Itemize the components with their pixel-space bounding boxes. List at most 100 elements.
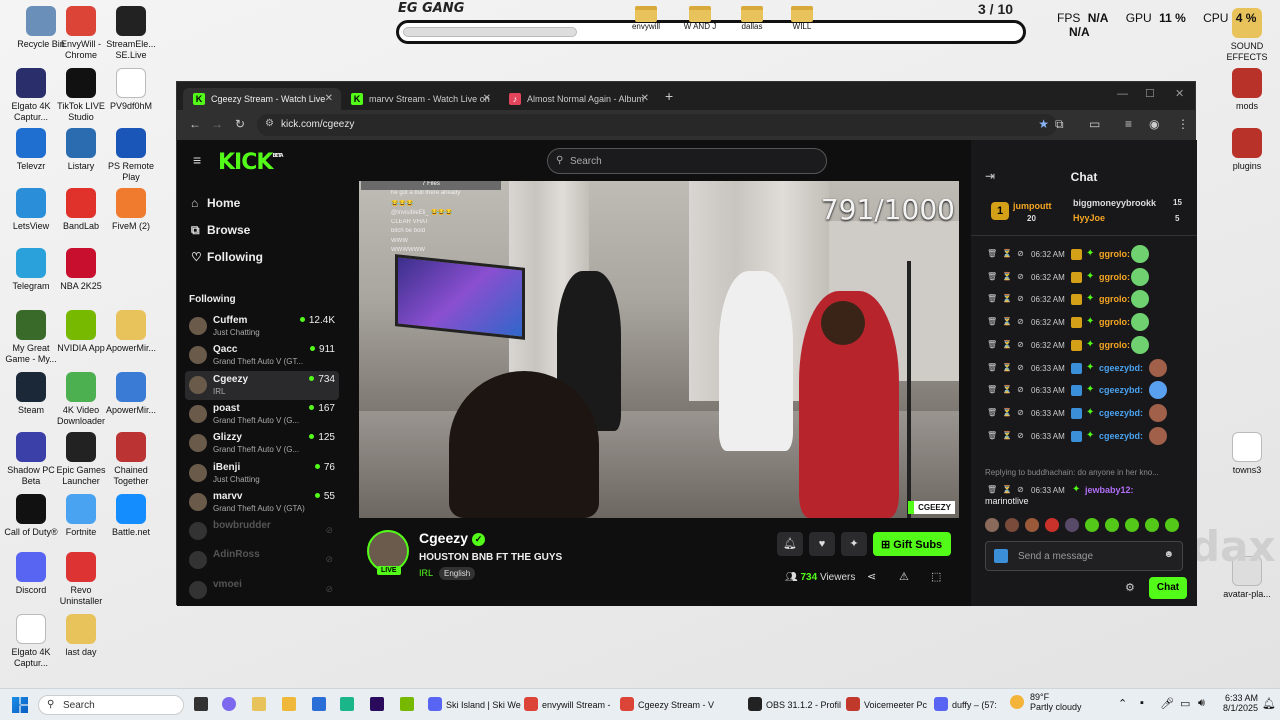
desktop-icon[interactable]: NBA 2K25 bbox=[50, 248, 112, 292]
sidebar-channel-cuffem[interactable]: Cuffem Just Chatting 12.4K bbox=[185, 312, 339, 341]
desktop-icon[interactable]: last day bbox=[50, 614, 112, 658]
channel-name[interactable]: Cgeezy ✓ bbox=[419, 530, 486, 546]
sidebar-channel-poast[interactable]: poast Grand Theft Auto V (G... 167 bbox=[185, 400, 339, 429]
chat-username[interactable]: ggrolo: bbox=[1099, 317, 1130, 327]
tray-chevron-icon[interactable]: ⌃ bbox=[1118, 697, 1127, 710]
tab-marvv[interactable]: K marvv Stream - Watch Live on ✕ bbox=[341, 88, 499, 110]
gifter-name[interactable]: biggmoneyybrookk bbox=[1073, 198, 1156, 208]
report-icon[interactable]: ⚠ bbox=[899, 570, 909, 583]
desktop-icon[interactable]: Battle.net bbox=[100, 494, 162, 538]
chat-username[interactable]: cgeezybd: bbox=[1099, 385, 1143, 395]
app-icon[interactable] bbox=[400, 697, 414, 711]
notification-bell-icon[interactable]: 🔔︎ bbox=[777, 532, 803, 556]
mod-actions-icon[interactable]: 🗑︎⏳⊘ bbox=[987, 408, 1029, 417]
menu-icon[interactable]: ⋮ bbox=[1177, 117, 1189, 131]
taskbar-app[interactable]: envywill Stream - bbox=[524, 697, 611, 711]
sidebar-channel-glizzy[interactable]: Glizzy Grand Theft Auto V (G... 125 bbox=[185, 429, 339, 458]
site-info-icon[interactable]: ⚙ bbox=[265, 118, 274, 129]
hamburger-icon[interactable]: ≡ bbox=[193, 152, 201, 168]
taskbar-app[interactable]: Ski Island | Ski We bbox=[428, 697, 521, 711]
emote-icon[interactable] bbox=[1105, 518, 1119, 532]
volume-icon[interactable]: 🔊︎ bbox=[1198, 697, 1205, 710]
follow-heart-icon[interactable]: ♥ bbox=[809, 532, 835, 556]
profile-icon[interactable]: ◉ bbox=[1149, 117, 1159, 131]
cast-icon[interactable]: ▭ bbox=[1089, 117, 1100, 131]
sidebar-channel-marvv[interactable]: marvv Grand Theft Auto V (GTA) 55 bbox=[185, 488, 339, 517]
mod-actions-icon[interactable]: 🗑︎⏳⊘ bbox=[987, 249, 1029, 258]
app-icon[interactable] bbox=[340, 697, 354, 711]
desktop-icon[interactable]: ApowerMir... bbox=[100, 372, 162, 416]
desktop-icon[interactable]: ApowerMir... bbox=[100, 310, 162, 354]
chat-settings-icon[interactable]: ⚙ bbox=[1125, 581, 1135, 594]
bookmark-star-icon[interactable]: ★ bbox=[1038, 117, 1049, 131]
emote-icon[interactable] bbox=[985, 518, 999, 532]
chat-username[interactable]: ggrolo: bbox=[1099, 340, 1130, 350]
close-window-icon[interactable]: ✕ bbox=[1175, 87, 1184, 100]
emote-icon[interactable] bbox=[1065, 518, 1079, 532]
notification-icon[interactable]: 🔔︎ bbox=[1262, 697, 1276, 710]
chat-username[interactable]: cgeezybd: bbox=[1099, 363, 1143, 373]
emote-icon[interactable] bbox=[1125, 518, 1139, 532]
category-link[interactable]: IRL bbox=[419, 568, 433, 578]
sidebar-channel-vmoei[interactable]: vmoei ⊘ bbox=[185, 576, 339, 605]
sidebar-channel-cgeezy[interactable]: Cgeezy IRL 734 bbox=[185, 370, 339, 400]
back-icon[interactable]: ← bbox=[189, 117, 201, 131]
mod-actions-icon[interactable]: 🗑︎⏳⊘ bbox=[987, 485, 1029, 494]
nav-following[interactable]: ♡ Following bbox=[191, 250, 263, 264]
clip-icon[interactable]: ⬚ bbox=[931, 570, 941, 583]
language-tag[interactable]: English bbox=[439, 567, 476, 580]
share-icon[interactable]: ⋖ bbox=[867, 570, 876, 583]
chat-username[interactable]: ggrolo: bbox=[1099, 272, 1130, 282]
maximize-icon[interactable]: ☐ bbox=[1145, 87, 1155, 100]
sidebar-channel-bowbrudder[interactable]: bowbrudder ⊘ bbox=[185, 517, 339, 546]
minimize-icon[interactable]: — bbox=[1117, 88, 1128, 100]
close-icon[interactable]: ✕ bbox=[325, 93, 333, 104]
desktop-icon[interactable]: plugins bbox=[1216, 128, 1278, 172]
taskbar-app[interactable]: Voicemeeter Pc bbox=[846, 697, 927, 711]
mod-actions-icon[interactable]: 🗑︎⏳⊘ bbox=[987, 340, 1029, 349]
mod-actions-icon[interactable]: 🗑︎⏳⊘ bbox=[987, 317, 1029, 326]
extensions-icon[interactable]: ⧉ bbox=[1055, 117, 1064, 132]
taskbar-app[interactable]: duffy – (57: bbox=[934, 697, 997, 711]
weather[interactable]: 89°F Partly cloudy bbox=[1010, 692, 1082, 712]
emote-icon[interactable] bbox=[1025, 518, 1039, 532]
mod-actions-icon[interactable]: 🗑︎⏳⊘ bbox=[987, 385, 1029, 394]
desktop-icon[interactable]: StreamEle... SE.Live bbox=[100, 6, 162, 61]
desktop-icon[interactable]: PS Remote Play bbox=[100, 128, 162, 183]
media-icon[interactable]: ≡ bbox=[1125, 117, 1132, 131]
emoji-icon[interactable]: ☻ bbox=[1163, 549, 1174, 560]
desktop-icon[interactable]: PV9df0hM bbox=[100, 68, 162, 112]
kick-logo[interactable]: KICKBETA bbox=[218, 150, 284, 175]
emote-icon[interactable] bbox=[1045, 518, 1059, 532]
chat-username[interactable]: cgeezybd: bbox=[1099, 408, 1143, 418]
url-field[interactable]: ⚙ kick.com/cgeezy ★ bbox=[257, 114, 1057, 136]
nav-home[interactable]: ⌂ Home bbox=[191, 196, 240, 210]
forward-icon[interactable]: → bbox=[211, 117, 223, 131]
mod-actions-icon[interactable]: 🗑︎⏳⊘ bbox=[987, 294, 1029, 303]
gift-subs-button[interactable]: ⊞ Gift Subs bbox=[873, 532, 951, 556]
start-icon[interactable] bbox=[12, 697, 28, 713]
emote-icon[interactable] bbox=[1145, 518, 1159, 532]
chat-username[interactable]: cgeezybd: bbox=[1099, 431, 1143, 441]
chat-send-button[interactable]: Chat bbox=[1149, 577, 1187, 599]
sparkle-icon[interactable]: ✦ bbox=[841, 532, 867, 556]
chat-username[interactable]: ggrolo: bbox=[1099, 294, 1130, 304]
chat-username[interactable]: ggrolo: bbox=[1099, 249, 1130, 259]
sidebar-channel-qacc[interactable]: Qacc Grand Theft Auto V (GT... 911 bbox=[185, 341, 339, 370]
tray-app-icon[interactable]: ▪ bbox=[1140, 697, 1144, 709]
store-icon[interactable] bbox=[312, 697, 326, 711]
new-tab-icon[interactable]: + bbox=[665, 88, 673, 104]
desktop-icon[interactable]: mods bbox=[1216, 68, 1278, 112]
video-player[interactable]: 791/1000 7 Files he got a bull there alr… bbox=[359, 181, 959, 518]
mod-actions-icon[interactable]: 🗑︎⏳⊘ bbox=[987, 272, 1029, 281]
sidebar-channel-adinross[interactable]: AdinRoss ⊘ bbox=[185, 546, 339, 575]
gifter-name[interactable]: HyyJoe bbox=[1073, 213, 1105, 223]
tab-cgeezy[interactable]: K Cgeezy Stream - Watch Live ✕ bbox=[183, 88, 341, 110]
reload-icon[interactable]: ↻ bbox=[235, 117, 245, 131]
folder-icon[interactable] bbox=[282, 697, 296, 711]
task-view-icon[interactable] bbox=[194, 697, 208, 711]
taskbar-app[interactable]: OBS 31.1.2 - Profil bbox=[748, 697, 841, 711]
premiere-icon[interactable] bbox=[370, 697, 384, 711]
tab-album[interactable]: ♪ Almost Normal Again - Album ✕ bbox=[499, 88, 657, 110]
taskbar-search[interactable]: ⚲ Search bbox=[38, 695, 184, 715]
